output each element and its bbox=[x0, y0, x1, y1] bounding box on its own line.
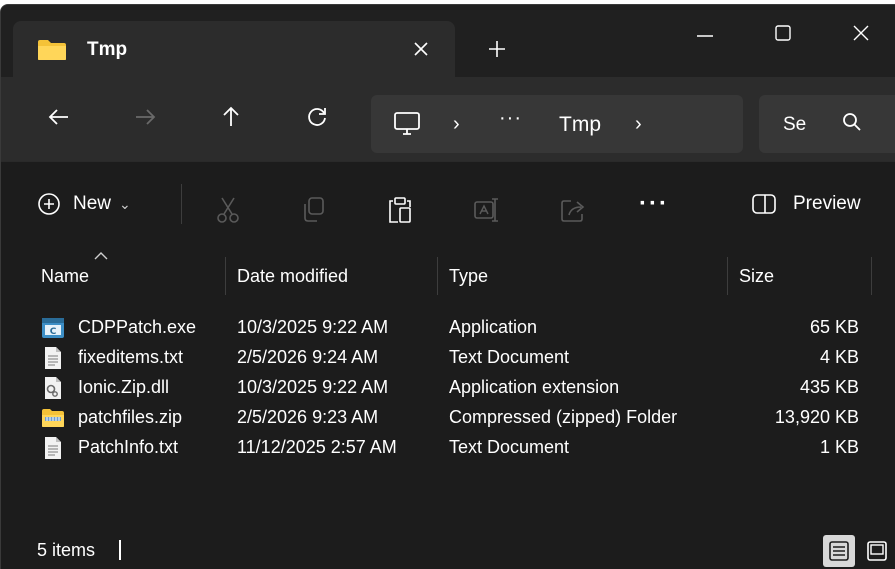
file-date: 2/5/2026 9:24 AM bbox=[237, 347, 379, 367]
svg-text:C: C bbox=[50, 327, 57, 337]
tiles-view-icon bbox=[867, 541, 887, 561]
file-size: 1 KB bbox=[819, 437, 859, 457]
close-icon bbox=[853, 25, 869, 41]
new-tab-button[interactable] bbox=[481, 33, 513, 65]
file-type: Application bbox=[449, 317, 538, 337]
file-type: Application extension bbox=[449, 377, 620, 397]
breadcrumb-ellipsis[interactable]: ··· bbox=[499, 107, 522, 130]
arrow-right-icon bbox=[136, 109, 156, 125]
large-icons-view-button[interactable] bbox=[861, 535, 893, 567]
paste-icon[interactable] bbox=[387, 196, 413, 224]
dll-file-icon bbox=[45, 377, 61, 399]
search-icon bbox=[843, 113, 861, 131]
refresh-icon bbox=[308, 108, 326, 126]
new-button-label: New bbox=[73, 193, 112, 214]
preview-button-label: Preview bbox=[793, 193, 861, 214]
status-bar: 5 items bbox=[1, 533, 895, 569]
file-size: 435 KB bbox=[799, 377, 859, 397]
copy-icon[interactable] bbox=[301, 196, 327, 224]
address-bar[interactable]: › ··· Tmp › bbox=[371, 95, 743, 153]
refresh-button[interactable] bbox=[295, 95, 339, 139]
breadcrumb-separator[interactable]: › bbox=[635, 113, 642, 136]
file-row[interactable]: PatchInfo.txt 11/12/2025 2:57 AM Text Do… bbox=[1, 433, 895, 463]
forward-button[interactable] bbox=[123, 95, 167, 139]
preview-pane-icon bbox=[752, 194, 776, 214]
file-name: CDPPatch.exe bbox=[78, 317, 197, 337]
text-file-icon bbox=[45, 437, 61, 459]
sort-ascending-icon bbox=[94, 252, 108, 260]
file-size: 4 KB bbox=[819, 347, 859, 367]
file-type: Compressed (zipped) Folder bbox=[449, 407, 678, 427]
file-row[interactable]: Ionic.Zip.dll 10/3/2025 9:22 AM Applicat… bbox=[1, 373, 895, 403]
column-header-size[interactable]: Size bbox=[739, 266, 774, 287]
tab-tmp[interactable]: Tmp bbox=[13, 21, 455, 77]
details-view-icon bbox=[829, 541, 849, 561]
more-options-button[interactable]: ··· bbox=[639, 190, 669, 218]
title-bar: Tmp bbox=[1, 5, 895, 77]
file-name: fixeditems.txt bbox=[78, 347, 184, 367]
plus-circle-icon bbox=[38, 193, 60, 215]
preview-button[interactable]: Preview bbox=[751, 184, 861, 224]
maximize-button[interactable] bbox=[745, 5, 821, 61]
search-placeholder: Se bbox=[783, 114, 807, 135]
column-resize-handle[interactable] bbox=[225, 257, 226, 295]
search-input[interactable]: Se bbox=[759, 95, 895, 153]
cut-icon[interactable] bbox=[215, 196, 241, 224]
file-type: Text Document bbox=[449, 437, 570, 457]
breadcrumb-separator[interactable]: › bbox=[453, 113, 460, 136]
file-row[interactable]: patchfiles.zip 2/5/2026 9:23 AM Compress… bbox=[1, 403, 895, 433]
computer-icon bbox=[394, 112, 420, 135]
chevron-down-icon: ⌄ bbox=[119, 195, 131, 212]
column-header-type[interactable]: Type bbox=[449, 266, 488, 287]
status-divider bbox=[119, 540, 121, 560]
navigation-bar: › ··· Tmp › Se bbox=[1, 77, 895, 161]
tab-title: Tmp bbox=[87, 39, 128, 60]
arrow-left-icon bbox=[48, 109, 68, 125]
arrow-up-icon bbox=[223, 106, 239, 126]
file-size: 65 KB bbox=[809, 317, 859, 337]
column-resize-handle[interactable] bbox=[871, 257, 872, 295]
command-divider bbox=[181, 184, 182, 224]
file-name: Ionic.Zip.dll bbox=[78, 377, 170, 397]
file-size: 13,920 KB bbox=[774, 407, 859, 427]
close-icon bbox=[414, 42, 428, 56]
up-button[interactable] bbox=[209, 95, 253, 139]
file-row[interactable]: fixeditems.txt 2/5/2026 9:24 AM Text Doc… bbox=[1, 343, 895, 373]
text-file-icon bbox=[45, 347, 61, 369]
column-headers: Name Date modified Type Size bbox=[1, 245, 895, 303]
minimize-button[interactable] bbox=[667, 5, 743, 61]
maximize-icon bbox=[775, 25, 791, 41]
breadcrumb-tmp[interactable]: Tmp bbox=[559, 113, 601, 137]
column-resize-handle[interactable] bbox=[727, 257, 728, 295]
folder-icon bbox=[38, 40, 66, 60]
minimize-icon bbox=[697, 35, 713, 37]
rename-icon[interactable] bbox=[473, 196, 501, 224]
item-count: 5 items bbox=[37, 540, 96, 560]
back-button[interactable] bbox=[37, 95, 81, 139]
zip-folder-icon bbox=[42, 409, 64, 427]
file-date: 10/3/2025 9:22 AM bbox=[237, 377, 389, 397]
column-header-name[interactable]: Name bbox=[41, 266, 89, 287]
file-date: 11/12/2025 2:57 AM bbox=[237, 437, 397, 457]
file-name: patchfiles.zip bbox=[78, 407, 183, 427]
file-row[interactable]: C CDPPatch.exe 10/3/2025 9:22 AM Applica… bbox=[1, 313, 895, 343]
explorer-window: Tmp › ··· Tmp › Se New ⌄ ··· Preview Nam… bbox=[0, 4, 895, 569]
application-icon: C bbox=[42, 318, 64, 338]
column-header-date[interactable]: Date modified bbox=[237, 266, 348, 287]
column-resize-handle[interactable] bbox=[437, 257, 438, 295]
share-icon[interactable] bbox=[559, 196, 587, 224]
close-window-button[interactable] bbox=[823, 5, 895, 61]
plus-icon bbox=[489, 41, 505, 57]
file-name: PatchInfo.txt bbox=[78, 437, 179, 457]
command-bar: New ⌄ ··· Preview bbox=[1, 161, 895, 245]
close-tab-button[interactable] bbox=[405, 33, 437, 65]
details-view-button[interactable] bbox=[823, 535, 855, 567]
new-button[interactable]: New ⌄ bbox=[37, 184, 131, 224]
file-date: 2/5/2026 9:23 AM bbox=[237, 407, 379, 427]
file-date: 10/3/2025 9:22 AM bbox=[237, 317, 389, 337]
file-type: Text Document bbox=[449, 347, 570, 367]
